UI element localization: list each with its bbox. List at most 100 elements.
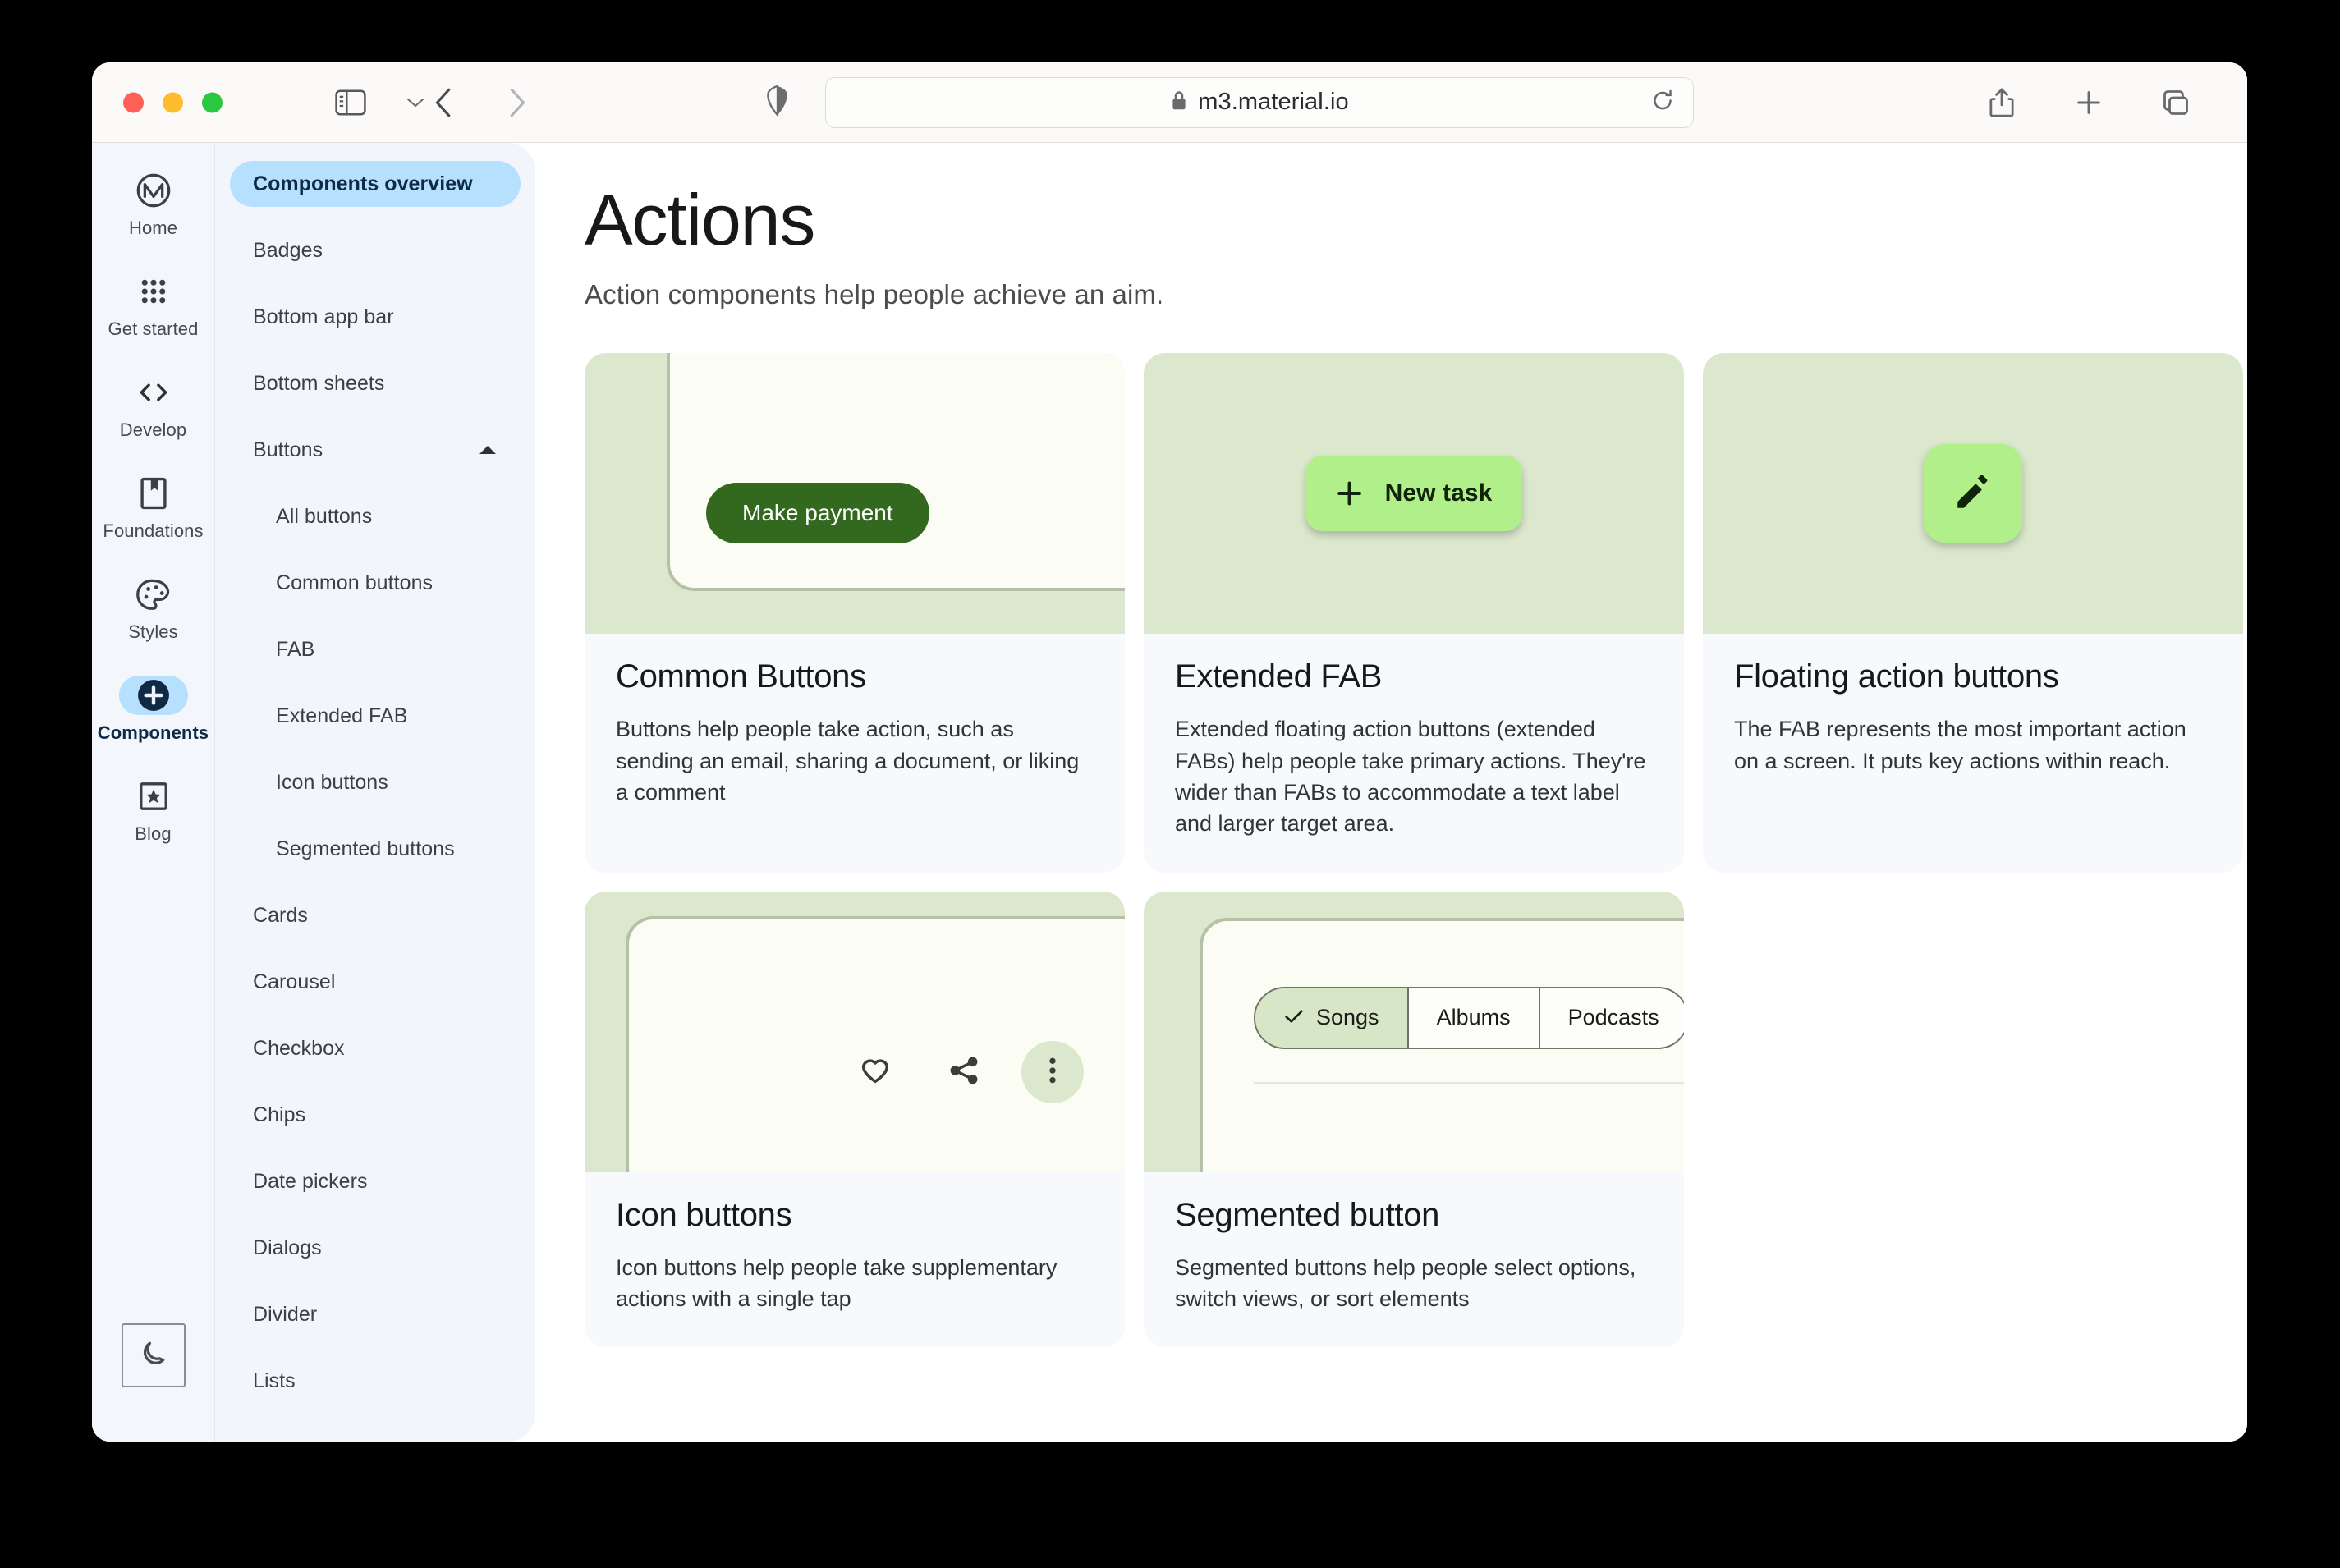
card-hero-preview: Songs Albums Podcasts <box>1144 891 1684 1172</box>
subnav-item-extended-fab[interactable]: Extended FAB <box>230 693 521 739</box>
segment-label: Podcasts <box>1567 1005 1659 1030</box>
card-extended-fab[interactable]: New task Extended FAB Extended floating … <box>1144 353 1684 873</box>
edit-fab[interactable] <box>1924 444 2022 543</box>
subnav-label: Common buttons <box>276 571 434 594</box>
card-description: Buttons help people take action, such as… <box>616 717 1080 805</box>
subnav-item-checkbox[interactable]: Checkbox <box>230 1025 521 1071</box>
card-title: Common Buttons <box>616 658 866 695</box>
share-icon[interactable] <box>1978 79 2026 126</box>
card-common-buttons[interactable]: Make payment Common Buttons Buttons help… <box>585 353 1125 873</box>
card-body: Icon buttons Icon buttons help people ta… <box>585 1172 1125 1348</box>
make-payment-button[interactable]: Make payment <box>706 483 929 544</box>
more-options-icon-button[interactable] <box>1021 1040 1084 1103</box>
segmented-button-group: Songs Albums Podcasts <box>1254 986 1684 1049</box>
card-floating-action-buttons[interactable]: Floating action buttons The FAB represen… <box>1703 353 2243 873</box>
card-body: Floating action buttons The FAB represen… <box>1703 634 2243 809</box>
maximize-window-button[interactable] <box>202 92 223 112</box>
back-button[interactable] <box>420 79 468 126</box>
subnav-label: Dialogs <box>253 1236 322 1259</box>
subnav-label: Buttons <box>253 438 323 461</box>
subnav-item-bottom-sheets[interactable]: Bottom sheets <box>230 360 521 406</box>
rail-item-home[interactable]: Home <box>92 171 214 239</box>
subnav-item-lists[interactable]: Lists <box>230 1358 521 1404</box>
chevron-up-icon[interactable] <box>478 444 498 456</box>
subnav-item-common-buttons[interactable]: Common buttons <box>230 560 521 606</box>
reload-icon[interactable] <box>1650 88 1675 117</box>
plus-icon <box>1336 479 1364 507</box>
subnav-label: Carousel <box>253 970 336 993</box>
address-bar[interactable]: m3.material.io <box>825 76 1694 128</box>
subnav-item-dialogs[interactable]: Dialogs <box>230 1225 521 1271</box>
grid-dots-icon <box>119 272 188 311</box>
rail-label: Home <box>128 218 178 238</box>
rail-label: Styles <box>128 621 178 642</box>
rail-item-get-started[interactable]: Get started <box>92 272 214 340</box>
subnav-item-components-overview[interactable]: Components overview <box>230 161 521 207</box>
extended-fab-label: New task <box>1384 479 1493 507</box>
browser-window: m3.material.io Home Get started Develop … <box>92 62 2247 1442</box>
segment-albums[interactable]: Albums <box>1408 988 1540 1048</box>
share-icon <box>947 1054 980 1089</box>
segment-label: Songs <box>1316 1005 1379 1030</box>
minimize-window-button[interactable] <box>163 92 183 112</box>
card-icon-buttons[interactable]: Icon buttons Icon buttons help people ta… <box>585 891 1125 1348</box>
card-body: Segmented button Segmented buttons help … <box>1144 1172 1684 1348</box>
forward-button[interactable] <box>493 79 540 126</box>
card-description: Icon buttons help people take supplement… <box>616 1254 1058 1312</box>
subnav-item-date-pickers[interactable]: Date pickers <box>230 1158 521 1204</box>
subnav-item-cards[interactable]: Cards <box>230 892 521 938</box>
secondary-nav: Components overview Badges Bottom app ba… <box>215 143 535 1442</box>
icon-button-row <box>844 1040 1084 1103</box>
subnav-label: Components overview <box>253 172 473 195</box>
demo-divider <box>1254 1081 1684 1084</box>
rail-label: Components <box>97 722 209 743</box>
subnav-item-segmented-buttons[interactable]: Segmented buttons <box>230 826 521 872</box>
rail-item-blog[interactable]: Blog <box>92 777 214 845</box>
check-icon <box>1283 1005 1305 1030</box>
subnav-item-carousel[interactable]: Carousel <box>230 959 521 1005</box>
heart-icon <box>859 1054 892 1089</box>
subnav-item-icon-buttons[interactable]: Icon buttons <box>230 759 521 805</box>
subnav-item-chips[interactable]: Chips <box>230 1092 521 1138</box>
rail-label: Get started <box>108 319 199 339</box>
card-hero-preview <box>585 891 1125 1172</box>
card-hero-preview <box>1703 353 2243 635</box>
subnav-item-divider[interactable]: Divider <box>230 1291 521 1337</box>
bookmark-icon <box>119 474 188 513</box>
new-task-extended-fab[interactable]: New task <box>1305 456 1522 532</box>
favorite-icon-button[interactable] <box>844 1041 906 1103</box>
sidebar-toggle-icon[interactable] <box>327 79 374 126</box>
tab-overview-icon[interactable] <box>2152 79 2200 126</box>
rail-item-develop[interactable]: Develop <box>92 373 214 441</box>
subnav-item-fab[interactable]: FAB <box>230 626 521 672</box>
star-square-icon <box>119 777 188 816</box>
rail-item-components[interactable]: Components <box>92 676 214 744</box>
subnav-label: All buttons <box>276 504 373 528</box>
shield-icon[interactable] <box>765 84 790 120</box>
subnav-item-badges[interactable]: Badges <box>230 227 521 273</box>
palette-icon <box>119 575 188 614</box>
close-window-button[interactable] <box>123 92 144 112</box>
rail-item-styles[interactable]: Styles <box>92 575 214 643</box>
subnav-item-buttons[interactable]: Buttons <box>230 427 521 473</box>
subnav-label: Chips <box>253 1103 306 1126</box>
segment-podcasts[interactable]: Podcasts <box>1539 988 1684 1048</box>
code-brackets-icon <box>119 373 188 412</box>
window-controls <box>123 92 223 112</box>
pencil-icon <box>1952 472 1994 516</box>
share-icon-button[interactable] <box>933 1041 995 1103</box>
card-description: Segmented buttons help people select opt… <box>1175 1254 1636 1312</box>
plus-circle-icon <box>118 676 188 715</box>
moon-icon <box>139 1339 168 1373</box>
subnav-item-all-buttons[interactable]: All buttons <box>230 493 521 539</box>
card-hero-preview: New task <box>1144 353 1684 635</box>
subnav-item-bottom-app-bar[interactable]: Bottom app bar <box>230 294 521 340</box>
segment-songs[interactable]: Songs <box>1255 988 1409 1048</box>
rail-item-foundations[interactable]: Foundations <box>92 474 214 542</box>
main-content: Actions Action components help people ac… <box>535 143 2247 1442</box>
new-tab-button[interactable] <box>2065 79 2113 126</box>
browser-toolbar: m3.material.io <box>92 62 2247 143</box>
card-hero-preview: Make payment <box>585 353 1125 635</box>
dark-mode-toggle[interactable] <box>121 1323 186 1387</box>
card-segmented-button[interactable]: Songs Albums Podcasts Segmented button S… <box>1144 891 1684 1348</box>
